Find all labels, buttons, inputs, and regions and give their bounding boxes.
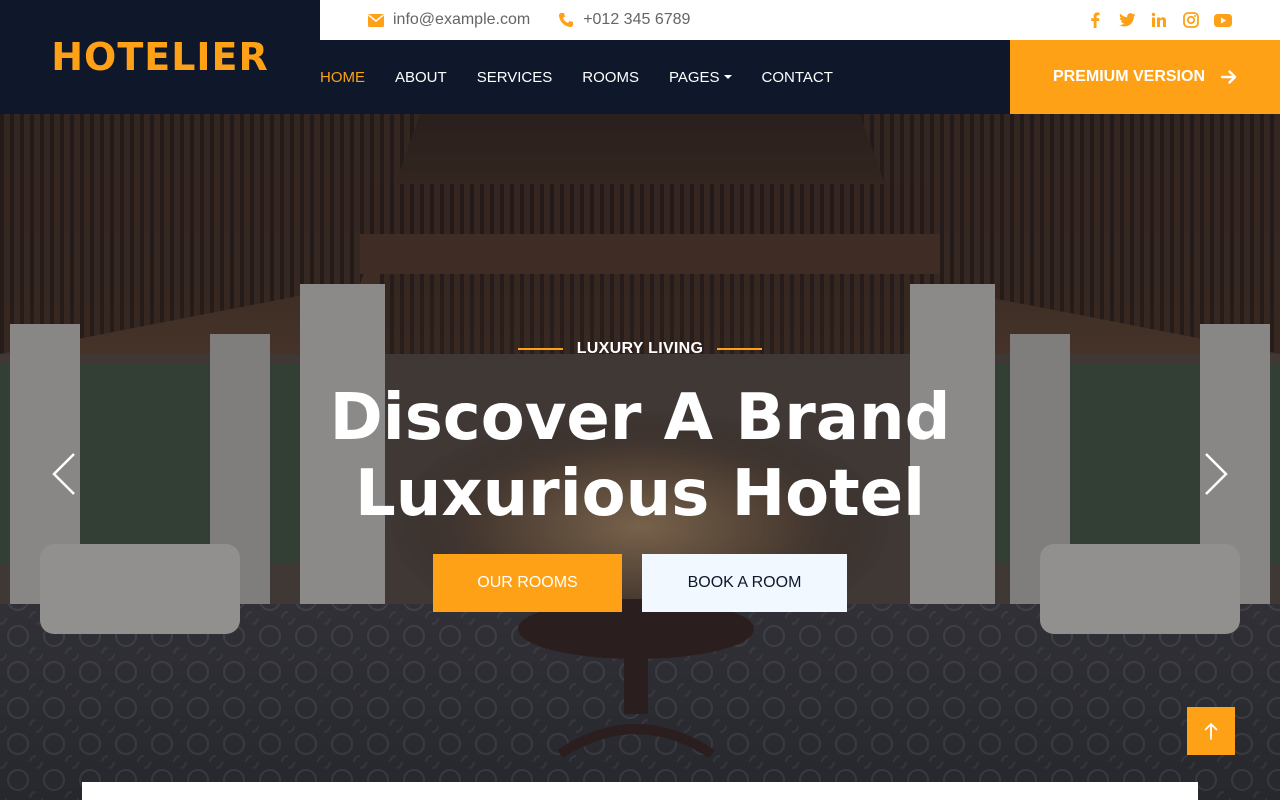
contact-phone[interactable]: +012 345 6789 [558, 11, 690, 29]
twitter-icon[interactable] [1118, 11, 1136, 29]
facebook-icon[interactable] [1086, 11, 1104, 29]
hero-headline-line1: Discover A Brand [329, 381, 951, 455]
hero-carousel: LUXURY LIVING Discover A Brand Luxurious… [0, 114, 1280, 800]
carousel-prev-button[interactable] [50, 452, 78, 496]
contact-phone-text: +012 345 6789 [583, 11, 691, 28]
hero-cta-row: OUR ROOMS BOOK A ROOM [433, 554, 847, 612]
hero-subtitle: LUXURY LIVING [517, 340, 763, 358]
nav-item-services[interactable]: SERVICES [477, 69, 553, 86]
phone-icon [559, 13, 574, 27]
brand-logo[interactable]: HOTELIER [51, 35, 269, 79]
nav-item-contact[interactable]: CONTACT [762, 69, 833, 86]
subtitle-line-right [717, 348, 763, 350]
hero-headline: Discover A Brand Luxurious Hotel [330, 380, 951, 532]
premium-version-label: PREMIUM VERSION [1052, 68, 1205, 85]
chevron-left-icon [52, 453, 75, 495]
youtube-icon[interactable] [1214, 11, 1232, 29]
linkedin-icon[interactable] [1150, 11, 1168, 29]
hero-content: LUXURY LIVING Discover A Brand Luxurious… [0, 114, 1280, 800]
nav-item-home[interactable]: HOME [320, 69, 365, 86]
social-links [1086, 11, 1232, 29]
booking-card [82, 782, 1198, 800]
nav-item-rooms[interactable]: ROOMS [582, 69, 639, 86]
arrow-up-icon [1204, 723, 1218, 740]
chevron-right-icon [1205, 453, 1228, 495]
contact-email[interactable]: info@example.com [368, 11, 530, 29]
back-to-top-button[interactable] [1187, 707, 1235, 755]
arrow-right-icon [1221, 70, 1237, 84]
brand-logo-block[interactable]: HOTELIER [0, 0, 320, 114]
hero-headline-line2: Luxurious Hotel [354, 457, 926, 531]
top-info-bar: info@example.com +012 345 6789 [320, 0, 1280, 40]
hero-subtitle-text: LUXURY LIVING [576, 340, 704, 357]
carousel-next-button[interactable] [1202, 452, 1230, 496]
book-a-room-button[interactable]: BOOK A ROOM [642, 554, 847, 612]
nav-menu: HOME ABOUT SERVICES ROOMS PAGES CONTACT [320, 40, 863, 114]
main-navbar: HOME ABOUT SERVICES ROOMS PAGES CONTACT … [320, 40, 1280, 114]
caret-down-icon [723, 75, 732, 79]
nav-item-pages[interactable]: PAGES [669, 69, 732, 86]
subtitle-line-left [517, 348, 563, 350]
premium-version-button[interactable]: PREMIUM VERSION [1010, 40, 1280, 114]
instagram-icon[interactable] [1182, 11, 1200, 29]
our-rooms-button[interactable]: OUR ROOMS [433, 554, 622, 612]
nav-item-pages-label: PAGES [668, 68, 720, 86]
envelope-icon [368, 13, 384, 27]
contact-email-text: info@example.com [393, 11, 531, 28]
nav-item-about[interactable]: ABOUT [395, 69, 447, 86]
